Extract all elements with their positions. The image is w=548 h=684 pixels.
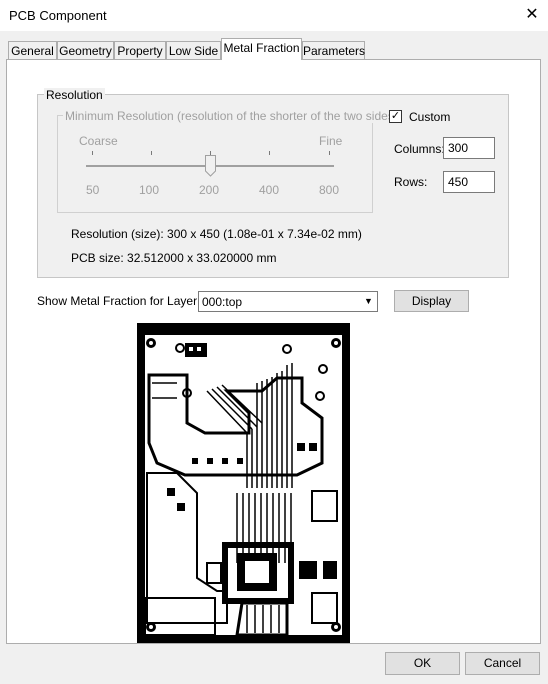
slider-tick xyxy=(329,151,330,155)
check-icon: ✓ xyxy=(390,110,401,122)
min-resolution-legend: Minimum Resolution (resolution of the sh… xyxy=(63,109,400,123)
close-icon[interactable]: ✕ xyxy=(521,4,543,26)
custom-checkbox[interactable]: ✓ xyxy=(389,110,402,123)
layer-select[interactable]: 000:top xyxy=(198,291,378,312)
rows-input[interactable]: 450 xyxy=(443,171,495,193)
ok-button[interactable]: OK xyxy=(385,652,460,675)
resolution-size-text: Resolution (size): 300 x 450 (1.08e-01 x… xyxy=(71,227,362,241)
slider-label-50: 50 xyxy=(86,183,100,197)
chevron-down-icon[interactable]: ▼ xyxy=(360,292,377,311)
resolution-slider-thumb[interactable] xyxy=(205,155,216,177)
layer-label: Show Metal Fraction for Layer xyxy=(37,294,198,308)
slider-label-800: 800 xyxy=(319,183,340,197)
fine-label: Fine xyxy=(319,134,343,148)
slider-label-400: 400 xyxy=(259,183,280,197)
tab-low-side[interactable]: Low Side xyxy=(166,41,221,60)
pcb-size-text: PCB size: 32.512000 x 33.020000 mm xyxy=(71,251,277,265)
tab-parameters[interactable]: Parameters xyxy=(302,41,365,60)
rows-label: Rows: xyxy=(394,175,428,189)
cancel-button[interactable]: Cancel xyxy=(465,652,540,675)
slider-tick xyxy=(269,151,270,155)
slider-label-100: 100 xyxy=(139,183,160,197)
resolution-legend: Resolution xyxy=(44,88,105,102)
columns-label: Columns: xyxy=(394,142,445,156)
columns-input[interactable]: 300 xyxy=(443,137,495,159)
window-title: PCB Component xyxy=(9,8,107,23)
tab-metal-fraction[interactable]: Metal Fraction xyxy=(221,38,302,60)
tab-property[interactable]: Property xyxy=(114,41,166,60)
metal-fraction-image xyxy=(137,323,350,643)
slider-label-200: 200 xyxy=(199,183,220,197)
coarse-label: Coarse xyxy=(79,134,118,148)
tab-geometry[interactable]: Geometry xyxy=(57,41,114,60)
display-button[interactable]: Display xyxy=(394,290,469,312)
slider-tick xyxy=(151,151,152,155)
tab-general[interactable]: General xyxy=(8,41,57,60)
custom-label: Custom xyxy=(409,110,451,124)
slider-tick xyxy=(92,151,93,155)
